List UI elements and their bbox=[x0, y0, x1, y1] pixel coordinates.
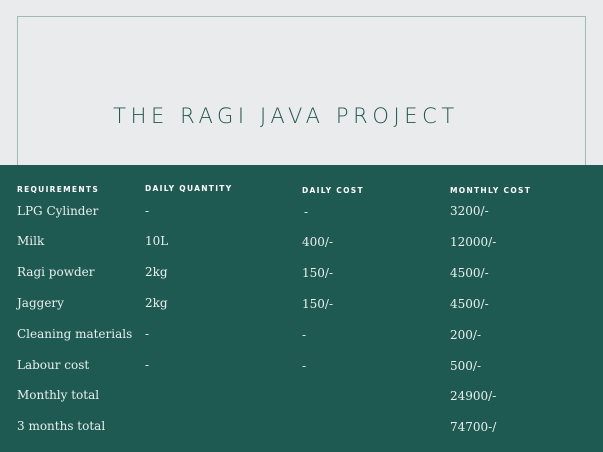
table-cell-requirement: 3 months total bbox=[17, 419, 106, 433]
cost-table-panel: REQUIREMENTS DAILY QUANTITY DAILY COST M… bbox=[0, 165, 603, 452]
table-cell-daily-quantity: - bbox=[145, 358, 150, 372]
table-cell-daily-cost: 400/- bbox=[302, 235, 334, 249]
table-cell-requirement: Ragi powder bbox=[17, 265, 95, 279]
table-cell-daily-quantity: - bbox=[145, 204, 150, 218]
header-requirements: REQUIREMENTS bbox=[17, 185, 100, 194]
table-cell-requirement: Cleaning materials bbox=[17, 327, 133, 341]
table-cell-monthly-cost: 4500/- bbox=[450, 297, 489, 311]
table-cell-daily-quantity: 2kg bbox=[145, 265, 168, 279]
table-cell-monthly-cost: 74700-/ bbox=[450, 420, 497, 434]
table-cell-requirement: LPG Cylinder bbox=[17, 204, 99, 218]
title-frame bbox=[17, 16, 586, 186]
header-daily-quantity: DAILY QUANTITY bbox=[145, 184, 233, 193]
header-monthly-cost: MONTHLY COST bbox=[450, 186, 532, 195]
table-cell-monthly-cost: 3200/- bbox=[450, 204, 489, 218]
table-cell-daily-quantity: 10L bbox=[145, 234, 169, 248]
table-cell-monthly-cost: 200/- bbox=[450, 328, 482, 342]
table-cell-daily-quantity: 2kg bbox=[145, 296, 168, 310]
table-cell-daily-cost: - bbox=[302, 328, 307, 342]
table-cell-daily-cost: 150/- bbox=[302, 266, 334, 280]
table-cell-monthly-cost: 12000/- bbox=[450, 235, 497, 249]
table-cell-monthly-cost: 4500/- bbox=[450, 266, 489, 280]
table-cell-requirement: Jaggery bbox=[17, 296, 64, 310]
table-cell-monthly-cost: 500/- bbox=[450, 359, 482, 373]
table-cell-monthly-cost: 24900/- bbox=[450, 389, 497, 403]
table-cell-daily-cost: - bbox=[304, 205, 309, 219]
table-cell-requirement: Labour cost bbox=[17, 358, 90, 372]
title-area: THE RAGI JAVA PROJECT bbox=[0, 0, 603, 186]
table-cell-daily-cost: - bbox=[302, 359, 307, 373]
table-cell-daily-cost: 150/- bbox=[302, 297, 334, 311]
header-daily-cost: DAILY COST bbox=[302, 186, 364, 195]
table-cell-requirement: Monthly total bbox=[17, 388, 100, 402]
table-cell-requirement: Milk bbox=[17, 234, 45, 248]
table-cell-daily-quantity: - bbox=[145, 327, 150, 341]
page-title: THE RAGI JAVA PROJECT bbox=[113, 104, 459, 128]
